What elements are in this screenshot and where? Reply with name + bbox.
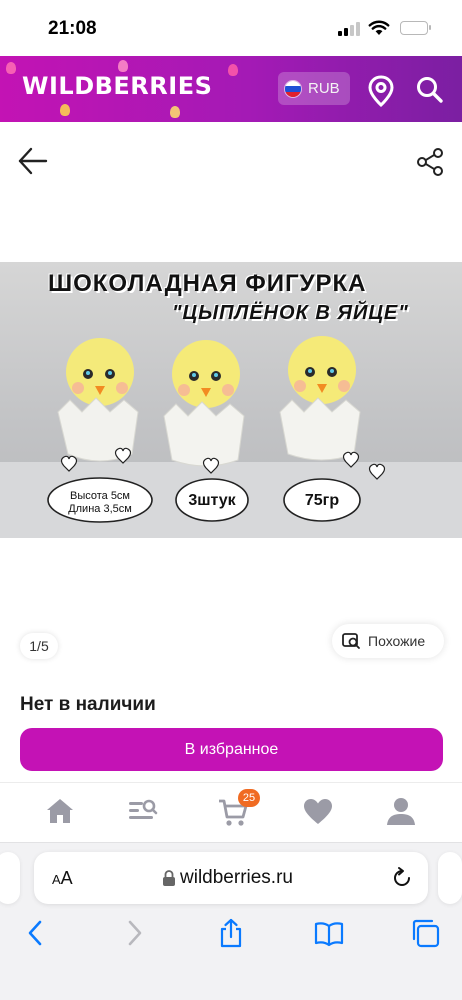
reader-options-button[interactable]: AA <box>52 868 73 889</box>
chevron-right-icon[interactable] <box>118 918 148 948</box>
decor-tulip <box>118 60 128 72</box>
russia-flag-icon <box>284 80 302 98</box>
reload-icon[interactable] <box>390 866 414 890</box>
lock-icon <box>163 870 175 886</box>
heart-icon[interactable] <box>303 797 333 827</box>
location-icon[interactable] <box>366 74 396 108</box>
image-label-weight: 75гр <box>304 492 340 509</box>
image-label-count: 3штук <box>188 492 236 509</box>
chick-figure <box>279 336 361 461</box>
address-bar[interactable]: AA wildberries.ru <box>34 852 428 904</box>
tabs-icon[interactable] <box>411 918 441 948</box>
similar-icon <box>342 633 360 649</box>
profile-icon[interactable] <box>386 796 416 826</box>
home-icon[interactable] <box>45 796 75 826</box>
app-root: 21:08 WILDBERRIES RUB ШОКОЛАДНАЯ ФИГУРКА… <box>0 0 462 1000</box>
status-bar: 21:08 <box>0 0 462 56</box>
currency-label: RUB <box>308 80 340 97</box>
wb-logo[interactable]: WILDBERRIES <box>22 72 212 100</box>
stock-status: Нет в наличии <box>20 694 156 715</box>
catalog-icon[interactable] <box>128 796 158 826</box>
add-to-favorites-button[interactable]: В избранное <box>20 728 443 771</box>
cart-count-badge: 25 <box>238 789 260 807</box>
back-arrow-icon[interactable] <box>16 144 50 178</box>
bookmarks-icon[interactable] <box>314 918 344 948</box>
decor-tulip <box>6 62 16 74</box>
similar-label: Похожие <box>368 633 426 649</box>
next-tab-peek[interactable] <box>438 852 462 904</box>
decor-tulip <box>170 106 180 118</box>
search-icon[interactable] <box>414 74 446 106</box>
share-up-icon[interactable] <box>216 918 246 948</box>
chevron-left-icon[interactable] <box>22 918 52 948</box>
currency-button[interactable]: RUB <box>278 72 350 105</box>
signal-icon <box>338 22 360 36</box>
image-page-counter: 1/5 <box>20 633 58 659</box>
share-icon[interactable] <box>414 146 446 178</box>
decor-tulip <box>228 64 238 76</box>
image-title: ШОКОЛАДНАЯ ФИГУРКА <box>48 270 367 297</box>
url-text: wildberries.ru <box>180 867 293 888</box>
battery-icon <box>400 21 431 35</box>
previous-tab-peek[interactable] <box>0 852 20 904</box>
chick-figure <box>57 338 139 462</box>
chick-figure <box>163 340 245 467</box>
decor-tulip <box>60 104 70 116</box>
image-label-height: Высота 5см <box>69 490 130 502</box>
status-time: 21:08 <box>48 18 97 39</box>
wifi-icon <box>368 20 390 35</box>
similar-button[interactable]: Похожие <box>332 624 444 658</box>
image-label-length: Длина 3,5см <box>68 503 132 515</box>
image-subtitle: "ЦЫПЛЁНОК В ЯЙЦЕ" <box>172 302 409 324</box>
